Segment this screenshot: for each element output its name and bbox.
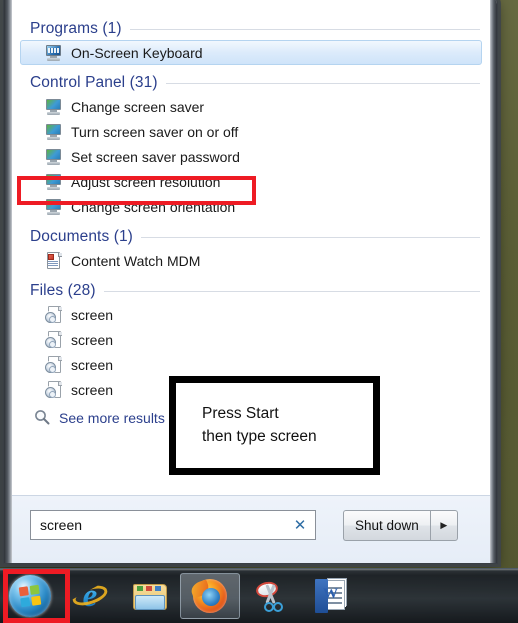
result-item-label: Change screen orientation	[71, 198, 236, 215]
firefox-icon	[189, 579, 227, 613]
config-file-icon	[45, 305, 63, 324]
annotation-callout-box: Press Start then type screen	[169, 376, 380, 475]
section-header-control-panel: Control Panel (31)	[20, 69, 482, 94]
callout-line-1: Press Start	[202, 405, 279, 423]
display-monitor-icon	[45, 98, 63, 116]
taskbar-item-firefox[interactable]	[180, 573, 240, 619]
section-title: Documents (1)	[30, 228, 133, 245]
shutdown-group: Shut down ▶	[343, 510, 458, 541]
result-item-content-watch-mdm[interactable]: Content Watch MDM	[20, 248, 482, 273]
section-divider	[165, 82, 480, 84]
taskbar-item-start[interactable]	[0, 572, 60, 620]
taskbar-item-windows-explorer[interactable]	[120, 572, 180, 620]
section-header-programs: Programs (1)	[20, 15, 482, 40]
search-icon	[34, 409, 52, 427]
config-file-icon	[45, 355, 63, 374]
display-monitor-icon	[45, 198, 63, 216]
result-item-file-screen-1[interactable]: screen	[20, 302, 482, 327]
close-icon[interactable]: ✕	[291, 516, 309, 534]
start-menu-panel: Programs (1) On-Screen Keyboard Control …	[3, 0, 498, 564]
taskbar-item-snipping-tool[interactable]	[240, 572, 300, 620]
display-monitor-icon	[45, 173, 63, 191]
internet-explorer-icon: e	[73, 579, 107, 613]
section-title: Programs (1)	[30, 20, 122, 37]
taskbar-item-word[interactable]: W	[300, 572, 360, 620]
result-item-label: Turn screen saver on or off	[71, 123, 239, 140]
start-menu-bottom-bar: screen ✕ Shut down ▶	[12, 495, 490, 563]
taskbar-item-internet-explorer[interactable]: e	[60, 572, 120, 620]
chevron-right-icon[interactable]: ▶	[429, 510, 458, 541]
result-item-label: screen	[71, 331, 114, 348]
result-item-file-screen-2[interactable]: screen	[20, 327, 482, 352]
result-item-on-screen-keyboard[interactable]: On-Screen Keyboard	[20, 40, 482, 65]
result-item-label: Adjust screen resolution	[71, 173, 221, 190]
section-divider	[140, 236, 480, 238]
shutdown-button[interactable]: Shut down	[343, 510, 430, 541]
result-item-set-screen-saver-password[interactable]: Set screen saver password	[20, 144, 482, 169]
see-more-results-label: See more results	[59, 410, 165, 426]
result-item-label: screen	[71, 356, 114, 373]
word-document-icon: W	[315, 579, 345, 613]
result-item-adjust-screen-resolution[interactable]: Adjust screen resolution	[20, 169, 482, 194]
scissors-icon	[253, 579, 287, 612]
result-item-change-screen-orientation[interactable]: Change screen orientation	[20, 194, 482, 219]
search-input-value: screen	[40, 517, 83, 533]
display-monitor-icon	[45, 148, 63, 166]
search-input[interactable]: screen ✕	[30, 510, 316, 540]
display-monitor-icon	[45, 123, 63, 141]
section-header-documents: Documents (1)	[20, 223, 482, 248]
section-divider	[103, 290, 480, 292]
section-header-files: Files (28)	[20, 277, 482, 302]
config-file-icon	[45, 330, 63, 349]
start-menu-left-border	[4, 0, 12, 563]
windows-start-orb-icon[interactable]	[9, 575, 51, 617]
result-item-turn-screen-saver-on-or-off[interactable]: Turn screen saver on or off	[20, 119, 482, 144]
on-screen-keyboard-icon	[45, 44, 63, 62]
result-item-label: Set screen saver password	[71, 148, 240, 165]
section-title: Files (28)	[30, 282, 96, 299]
result-item-label: Change screen saver	[71, 98, 205, 115]
callout-line-2: then type screen	[202, 427, 317, 445]
result-item-change-screen-saver[interactable]: Change screen saver	[20, 94, 482, 119]
section-title: Control Panel (31)	[30, 74, 158, 91]
folder-icon	[133, 582, 167, 610]
result-item-label: Content Watch MDM	[71, 252, 201, 269]
document-icon	[45, 251, 63, 270]
result-item-label: screen	[71, 381, 114, 398]
result-item-label: screen	[71, 306, 114, 323]
result-item-file-screen-3[interactable]: screen	[20, 352, 482, 377]
start-menu-content: Programs (1) On-Screen Keyboard Control …	[12, 1, 490, 563]
config-file-icon	[45, 380, 63, 399]
taskbar: e W	[0, 568, 518, 623]
start-menu-right-border	[490, 0, 497, 563]
result-item-label: On-Screen Keyboard	[71, 44, 203, 61]
section-divider	[129, 28, 480, 30]
